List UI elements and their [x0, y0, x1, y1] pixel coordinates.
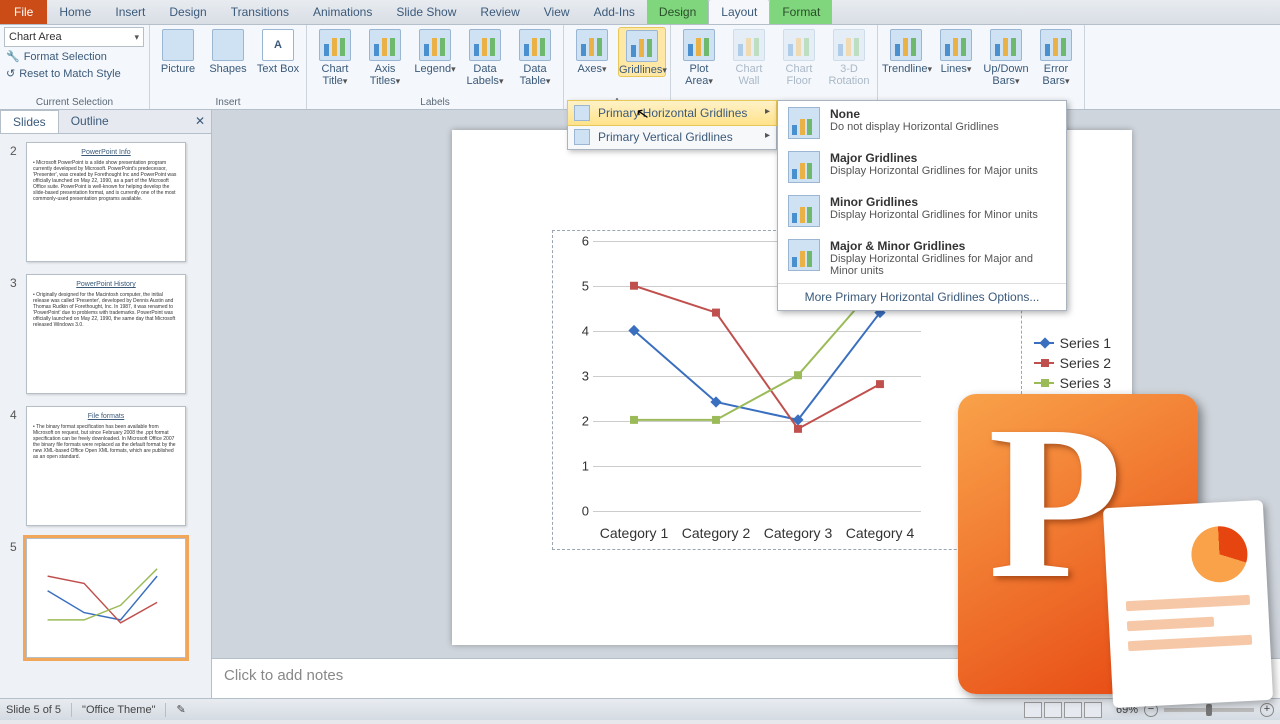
chart-wall-button: Chart Wall: [725, 27, 773, 87]
reset-match-style-button[interactable]: ↺ Reset to Match Style: [4, 66, 123, 81]
spellcheck-icon[interactable]: ✎: [176, 703, 185, 716]
picture-button[interactable]: Picture: [154, 27, 202, 75]
group-current-selection: Current Selection: [4, 96, 145, 108]
tab-chart-layout[interactable]: Layout: [708, 0, 770, 24]
lines-button[interactable]: Lines: [932, 27, 980, 75]
slides-tab[interactable]: Slides: [0, 110, 59, 133]
horizontal-gridlines-submenu: NoneDo not display Horizontal Gridlines …: [777, 100, 1067, 311]
trendline-button[interactable]: Trendline: [882, 27, 930, 75]
data-table-button[interactable]: Data Table: [511, 27, 559, 87]
gridlines-button[interactable]: Gridlines: [618, 27, 666, 77]
view-slideshow-button[interactable]: [1084, 702, 1102, 718]
zoom-in-button[interactable]: +: [1260, 703, 1274, 717]
opt-minor[interactable]: Minor GridlinesDisplay Horizontal Gridli…: [778, 189, 1066, 233]
tab-insert[interactable]: Insert: [103, 0, 157, 24]
tab-review[interactable]: Review: [468, 0, 531, 24]
outline-tab[interactable]: Outline: [59, 110, 121, 133]
menu-primary-vertical[interactable]: Primary Vertical Gridlines: [568, 125, 776, 149]
chart-title-button[interactable]: Chart Title: [311, 27, 359, 87]
ribbon: Chart Area 🔧 Format Selection ↺ Reset to…: [0, 25, 1280, 110]
zoom-slider[interactable]: [1164, 708, 1254, 712]
status-slide: Slide 5 of 5: [6, 704, 61, 716]
menu-primary-horizontal[interactable]: Primary Horizontal Gridlines: [567, 100, 777, 126]
slide-thumb-3[interactable]: PowerPoint History• Originally designed …: [26, 274, 186, 394]
legend-button[interactable]: Legend: [411, 27, 459, 75]
textbox-button[interactable]: AText Box: [254, 27, 302, 75]
zoom-out-button[interactable]: −: [1144, 703, 1158, 717]
chart-element-combo[interactable]: Chart Area: [4, 27, 144, 47]
chart-legend: Series 1 Series 2 Series 3: [1034, 331, 1111, 395]
data-labels-button[interactable]: Data Labels: [461, 27, 509, 87]
status-theme: "Office Theme": [82, 704, 155, 716]
view-normal-button[interactable]: [1024, 702, 1042, 718]
close-pane-icon[interactable]: ✕: [189, 110, 211, 133]
view-reading-button[interactable]: [1064, 702, 1082, 718]
slide-thumb-5[interactable]: [26, 538, 186, 658]
plot-area-button[interactable]: Plot Area: [675, 27, 723, 87]
ribbon-tabs: File Home Insert Design Transitions Anim…: [0, 0, 1280, 25]
opt-more-options[interactable]: More Primary Horizontal Gridlines Option…: [778, 283, 1066, 310]
axes-button[interactable]: Axes: [568, 27, 616, 75]
tab-design[interactable]: Design: [157, 0, 218, 24]
group-labels: Labels: [311, 96, 559, 108]
tab-slideshow[interactable]: Slide Show: [384, 0, 468, 24]
opt-both[interactable]: Major & Minor GridlinesDisplay Horizonta…: [778, 233, 1066, 283]
rotation-button: 3-D Rotation: [825, 27, 873, 87]
gridlines-menu: Primary Horizontal Gridlines Primary Ver…: [567, 100, 777, 150]
group-insert: Insert: [154, 96, 302, 108]
tab-animations[interactable]: Animations: [301, 0, 384, 24]
opt-none[interactable]: NoneDo not display Horizontal Gridlines: [778, 101, 1066, 145]
opt-major[interactable]: Major GridlinesDisplay Horizontal Gridli…: [778, 145, 1066, 189]
tab-transitions[interactable]: Transitions: [219, 0, 301, 24]
tab-file[interactable]: File: [0, 0, 47, 24]
slide-editor[interactable]: 0123456 Category 1Category 2Category 3Ca…: [212, 110, 1280, 698]
format-selection-button[interactable]: 🔧 Format Selection: [4, 49, 109, 64]
view-sorter-button[interactable]: [1044, 702, 1062, 718]
slide-thumb-2[interactable]: PowerPoint Info• Microsoft PowerPoint is…: [26, 142, 186, 262]
zoom-label[interactable]: 69%: [1116, 704, 1138, 716]
tab-home[interactable]: Home: [47, 0, 103, 24]
slide-thumb-4[interactable]: File formats• The binary format specific…: [26, 406, 186, 526]
slides-pane: Slides Outline ✕ 2PowerPoint Info• Micro…: [0, 110, 212, 698]
tab-view[interactable]: View: [532, 0, 582, 24]
axis-titles-button[interactable]: Axis Titles: [361, 27, 409, 87]
shapes-button[interactable]: Shapes: [204, 27, 252, 75]
notes-field[interactable]: Click to add notes: [212, 658, 1280, 698]
chart-floor-button: Chart Floor: [775, 27, 823, 87]
updown-bars-button[interactable]: Up/Down Bars: [982, 27, 1030, 87]
statusbar: Slide 5 of 5 "Office Theme" ✎ 69% − +: [0, 698, 1280, 720]
tab-addins[interactable]: Add-Ins: [582, 0, 647, 24]
tab-chart-design[interactable]: Design: [647, 0, 708, 24]
error-bars-button[interactable]: Error Bars: [1032, 27, 1080, 87]
tab-chart-format[interactable]: Format: [770, 0, 832, 24]
